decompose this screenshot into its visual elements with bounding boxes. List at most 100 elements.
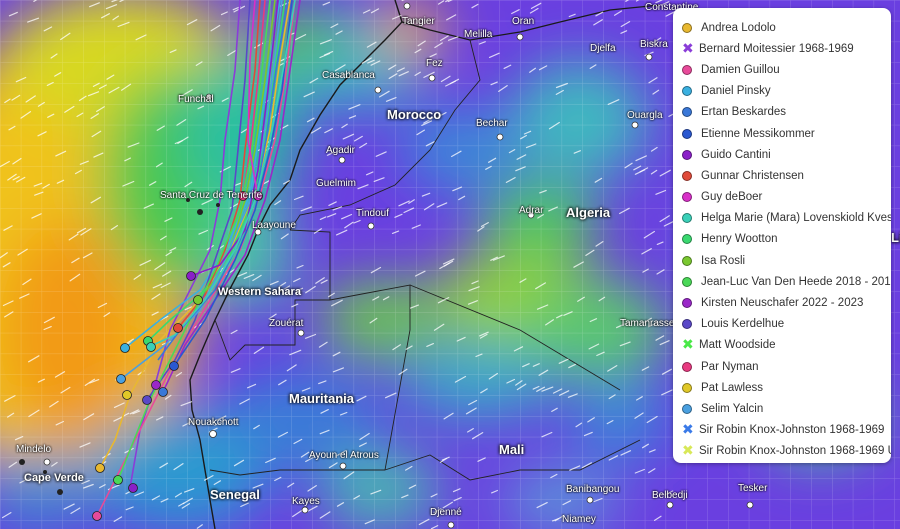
boat-marker-gunnar[interactable] [173,323,183,333]
color-dot-icon [682,86,692,97]
legend-item[interactable]: Henry Wootton [673,229,891,250]
country-label-senegal: Senegal [210,487,260,502]
city-label-banibangou: Banibangou [566,484,620,495]
city-label-niamey: Niamey [562,514,596,525]
boat-marker-guido-2[interactable] [186,271,196,281]
legend-item[interactable]: ✖ Matt Woodside [673,335,891,356]
country-label-morocco: Morocco [387,107,442,122]
boat-marker-pat-lawless[interactable] [122,390,132,400]
legend-item-label: Helga Marie (Mara) Lovenskiold Kvesete [701,212,891,225]
boat-marker-etienne[interactable] [169,361,179,371]
city-label-melilla: Melilla [464,29,493,40]
legend-item-label: Daniel Pinsky [701,85,771,98]
legend-item[interactable]: ✖ Sir Robin Knox-Johnston 1968-1969 [673,420,891,441]
country-label-western-sahara: Western Sahara [218,286,301,298]
boat-marker-ertan[interactable] [158,387,168,397]
legend-item[interactable]: Etienne Messikommer [673,123,891,144]
color-dot-icon [682,128,692,139]
legend-item-label: Matt Woodside [699,339,776,352]
color-dot-icon [682,255,692,266]
city-label-santa-cruz: Santa Cruz de Tenerife [160,190,263,201]
city-label-funchal: Funchal [178,94,214,105]
city-label-kayes: Kayes [292,496,320,507]
boat-marker-guido-cantini[interactable] [128,483,138,493]
legend-item[interactable]: Pat Lawless [673,377,891,398]
city-label-bechar: Bechar [476,118,508,129]
boat-marker-isa[interactable] [193,295,203,305]
legend-item[interactable]: Helga Marie (Mara) Lovenskiold Kvesete [673,208,891,229]
boat-marker-louis[interactable] [142,395,152,405]
city-label-agadir: Agadir [326,145,355,156]
legend-item[interactable]: Selim Yalcin [673,398,891,419]
city-label-casablanca: Casablanca [322,70,375,81]
legend-item[interactable]: Isa Rosli [673,250,891,271]
legend-item-label: Damien Guillou [701,63,780,76]
legend-item[interactable]: ✖ Bernard Moitessier 1968-1969 [673,38,891,59]
legend-item-label: Henry Wootton [701,233,778,246]
legend-item[interactable]: Ertan Beskardes [673,102,891,123]
country-label-cape-verde: Cape Verde [24,472,84,484]
legend-item[interactable]: Andrea Lodolo [673,17,891,38]
city-label-tamanrasset: Tamanrasset [620,318,678,329]
x-marker-icon: ✖ [682,443,694,460]
city-label-ayoun: Ayoun el Atrous [309,450,379,461]
legend-item[interactable]: Daniel Pinsky [673,81,891,102]
legend-item[interactable]: Gunnar Christensen [673,165,891,186]
legend-item-label: Gunnar Christensen [701,169,804,182]
city-label-belbedji: Belbedji [652,490,688,501]
legend-item-label: Ertan Beskardes [701,106,787,119]
legend-item-label: Louis Kerdelhue [701,318,785,331]
legend-item[interactable]: Kirsten Neuschafer 2022 - 2023 [673,292,891,313]
legend-item-label: Jean-Luc Van Den Heede 2018 - 2019 [701,275,891,288]
legend-item[interactable]: Louis Kerdelhue [673,314,891,335]
boat-marker-helga[interactable] [146,342,156,352]
boat-marker-daniel[interactable] [120,343,130,353]
city-label-nouakchott: Nouakchott [188,417,239,428]
color-dot-icon [682,319,692,330]
city-label-mindelo: Mindelo [16,444,52,455]
legend-item-label: Pat Lawless [701,381,764,394]
country-label-libya: Li [891,230,900,245]
boat-marker-selim[interactable] [116,374,126,384]
legend-item[interactable]: Guido Cantini [673,144,891,165]
legend-item[interactable]: Jean-Luc Van Den Heede 2018 - 2019 [673,271,891,292]
color-dot-icon [682,64,692,75]
legend-item-label: Kirsten Neuschafer 2022 - 2023 [701,297,864,310]
legend-item[interactable]: Damien Guillou [673,59,891,80]
city-label-djenne: Djenné [430,507,462,518]
boat-marker-kirsten[interactable] [151,380,161,390]
country-label-mali: Mali [499,442,525,457]
legend-item-label: Guy deBoer [701,191,763,204]
legend-item-label: Andrea Lodolo [701,21,776,34]
city-label-tangier: Tangier [402,16,435,27]
country-label-algeria: Algeria [566,205,611,220]
legend-item-label: Selim Yalcin [701,402,764,415]
color-dot-icon [682,403,692,414]
color-dot-icon [682,298,692,309]
skipper-legend: Andrea Lodolo ✖ Bernard Moitessier 1968-19… [673,8,891,463]
x-marker-icon: ✖ [682,422,694,439]
color-dot-icon [682,22,692,33]
legend-item[interactable]: ✖ Sir Robin Knox-Johnston 1968-1969 Upd [673,441,891,462]
color-dot-icon [682,192,692,203]
legend-item-label: Par Nyman [701,360,759,373]
city-label-adrar: Adrar [519,205,544,216]
legend-item-label: Sir Robin Knox-Johnston 1968-1969 [699,424,885,437]
boat-marker-damien-guillou[interactable] [92,511,102,521]
legend-item[interactable]: Guy deBoer [673,187,891,208]
country-label-mauritania: Mauritania [289,391,355,406]
color-dot-icon [682,382,692,393]
color-dot-icon [682,170,692,181]
city-label-fez: Fez [426,58,443,69]
color-dot-icon [682,107,692,118]
legend-item[interactable]: Par Nyman [673,356,891,377]
boat-marker-jean-luc[interactable] [113,475,123,485]
legend-item-label: Bernard Moitessier 1968-1969 [699,42,854,55]
legend-item-label: Sir Robin Knox-Johnston 1968-1969 Upd [699,445,891,458]
city-label-laayoune: Laayoune [252,220,296,231]
color-dot-icon [682,276,692,287]
legend-item-label: Isa Rosli [701,254,746,267]
city-label-tindouf: Tindouf [356,208,389,219]
color-dot-icon [682,361,692,372]
boat-marker-andrea-lodolo[interactable] [95,463,105,473]
